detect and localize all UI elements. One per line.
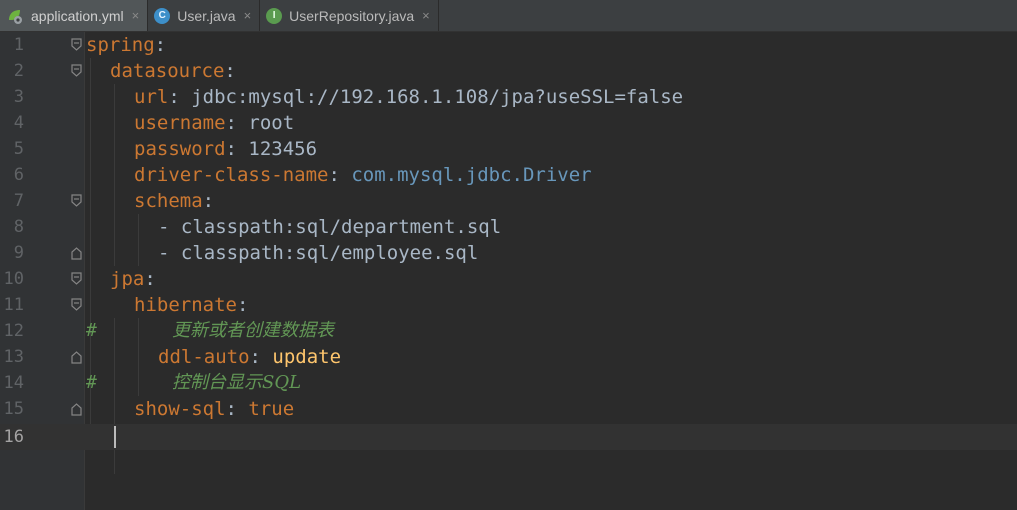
line-number: 4 xyxy=(13,113,24,133)
text-caret xyxy=(114,426,116,448)
code-line[interactable]: 9 - classpath:sql/employee.sql xyxy=(0,240,1017,266)
tab-application-yml[interactable]: application.yml × xyxy=(0,0,149,31)
class-icon: C xyxy=(154,7,171,24)
code-text: password: 123456 xyxy=(134,138,318,160)
code-text: ddl-auto: update xyxy=(158,346,342,368)
line-number: 10 xyxy=(3,269,24,289)
fold-end-icon[interactable] xyxy=(70,402,83,416)
code-text: driver-class-name: com.mysql.jdbc.Driver xyxy=(134,164,592,186)
line-number: 1 xyxy=(13,35,24,55)
code-editor[interactable]: 1 spring: 2 datasource: 3 url: jdbc:mysq… xyxy=(0,32,1017,510)
fold-open-icon[interactable] xyxy=(70,64,83,78)
close-icon[interactable]: × xyxy=(132,8,140,23)
tab-label: User.java xyxy=(177,7,236,24)
comment-text: 更新或者创建数据表 xyxy=(172,320,334,341)
code-line[interactable]: 10 jpa: xyxy=(0,266,1017,292)
code-line[interactable]: 14 # 控制台显示SQL xyxy=(0,370,1017,396)
line-number: 8 xyxy=(13,217,24,237)
code-text: spring: xyxy=(86,34,167,56)
close-icon[interactable]: × xyxy=(422,8,430,23)
code-line[interactable]: 12 # 更新或者创建数据表 xyxy=(0,318,1017,344)
tab-label: application.yml xyxy=(31,7,124,24)
fold-end-icon[interactable] xyxy=(70,246,83,260)
line-number: 5 xyxy=(13,139,24,159)
code-text: - classpath:sql/department.sql xyxy=(158,216,502,238)
tab-label: UserRepository.java xyxy=(289,7,415,24)
code-line[interactable]: 15 show-sql: true xyxy=(0,396,1017,422)
tab-user-java[interactable]: C User.java × xyxy=(148,0,261,31)
code-line[interactable]: 1 spring: xyxy=(0,32,1017,58)
fold-open-icon[interactable] xyxy=(70,38,83,52)
code-text: username: root xyxy=(134,112,295,134)
line-number: 12 xyxy=(3,321,24,341)
line-number: 6 xyxy=(13,165,24,185)
code-line[interactable]: 5 password: 123456 xyxy=(0,136,1017,162)
code-text: hibernate: xyxy=(134,294,249,316)
code-text: datasource: xyxy=(110,60,236,82)
code-text: jpa: xyxy=(110,268,156,290)
comment-marker: # xyxy=(86,320,97,341)
line-number: 9 xyxy=(13,243,24,263)
comment-text: 控制台显示SQL xyxy=(172,372,302,393)
interface-icon: I xyxy=(266,7,283,24)
code-line[interactable]: 2 datasource: xyxy=(0,58,1017,84)
code-line[interactable]: 7 schema: xyxy=(0,188,1017,214)
code-line[interactable]: 8 - classpath:sql/department.sql xyxy=(0,214,1017,240)
code-line[interactable]: 13 ddl-auto: update xyxy=(0,344,1017,370)
fold-open-icon[interactable] xyxy=(70,194,83,208)
fold-open-icon[interactable] xyxy=(70,298,83,312)
code-line[interactable]: 6 driver-class-name: com.mysql.jdbc.Driv… xyxy=(0,162,1017,188)
editor-tab-bar: application.yml × C User.java × I UserRe… xyxy=(0,0,1017,32)
fold-open-icon[interactable] xyxy=(70,272,83,286)
line-number: 3 xyxy=(13,87,24,107)
line-number: 7 xyxy=(13,191,24,211)
close-icon[interactable]: × xyxy=(244,8,252,23)
line-number: 13 xyxy=(3,347,24,367)
line-number: 14 xyxy=(3,373,24,393)
tab-userrepository-java[interactable]: I UserRepository.java × xyxy=(260,0,439,31)
comment-marker: # xyxy=(86,372,97,393)
line-number: 2 xyxy=(13,61,24,81)
code-text: schema: xyxy=(134,190,215,212)
fold-end-icon[interactable] xyxy=(70,350,83,364)
line-number: 15 xyxy=(3,399,24,419)
code-text: - classpath:sql/employee.sql xyxy=(158,242,479,264)
code-line[interactable]: 3 url: jdbc:mysql://192.168.1.108/jpa?us… xyxy=(0,84,1017,110)
code-line[interactable]: 4 username: root xyxy=(0,110,1017,136)
line-number: 16 xyxy=(3,427,24,447)
code-line[interactable]: 11 hibernate: xyxy=(0,292,1017,318)
code-text: show-sql: true xyxy=(134,398,295,420)
code-line-current[interactable]: 16 xyxy=(0,424,1017,450)
line-number: 11 xyxy=(3,295,24,315)
code-text: url: jdbc:mysql://192.168.1.108/jpa?useS… xyxy=(134,86,684,108)
spring-yaml-icon xyxy=(6,7,24,25)
